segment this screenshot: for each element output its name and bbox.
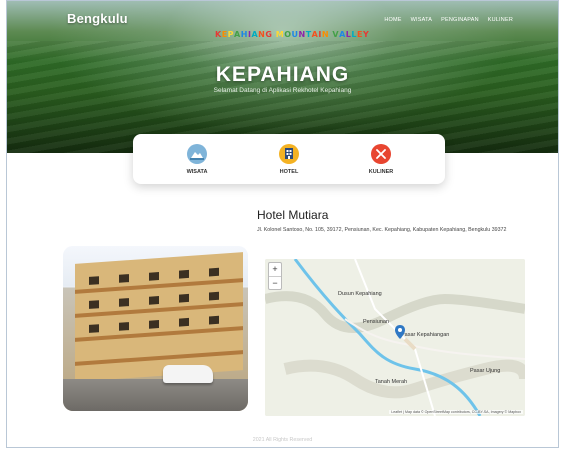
sign-letter: K (215, 30, 222, 39)
category-wisata[interactable]: WISATA (167, 143, 227, 175)
sign-letter: H (240, 30, 248, 39)
brand-logo[interactable]: Bengkulu (67, 11, 128, 26)
photo-building (75, 252, 243, 382)
sign-letter: A (251, 30, 259, 39)
zoom-out-button[interactable]: − (269, 276, 281, 289)
utensils-icon (371, 143, 391, 164)
category-label: HOTEL (279, 168, 299, 175)
sign-letter: A (311, 30, 319, 39)
map-label: Pasar Kepahiangan (401, 332, 450, 338)
sign-letter: M (275, 30, 285, 39)
location-map[interactable]: + − Dusun Kepahiang Pensiunan Pasar Kepa… (265, 259, 525, 416)
sign-letter: V (332, 30, 340, 39)
nav-wisata[interactable]: WISATA (411, 17, 432, 23)
category-kuliner[interactable]: KULINER (351, 143, 411, 175)
map-label: Tanah Merah (375, 379, 408, 385)
map-label: Pensiunan (363, 319, 389, 325)
sign-letter: O (284, 30, 292, 39)
hotel-icon (279, 143, 299, 164)
page-frame: Bengkulu HOME WISATA PENGINAPAN KULINER … (6, 0, 559, 448)
nav-kuliner[interactable]: KULINER (488, 17, 513, 23)
hero-banner: Bengkulu HOME WISATA PENGINAPAN KULINER … (7, 1, 558, 153)
map-marker-icon[interactable] (395, 325, 405, 339)
category-card: WISATA HOTEL KULINER (133, 134, 445, 184)
sign-letter: G (265, 30, 273, 39)
footer-copyright: 2021 All Rights Reserved (252, 437, 313, 443)
map-label: Dusun Kepahiang (338, 291, 382, 297)
sign-letter: N (321, 30, 330, 39)
sign-letter: A (234, 30, 241, 39)
map-label: Pasar Ujung (470, 368, 501, 374)
mountain-icon (187, 143, 207, 164)
photo-car (163, 365, 213, 383)
mountain-valley-sign: KEPAHIANG MOUNTAIN VALLEY (215, 30, 369, 39)
map-attribution[interactable]: Leaflet | Map data © OpenStreetMap contr… (389, 410, 523, 414)
hotel-photo (63, 246, 248, 411)
hotel-address: Jl. Kolonel Santoso, No. 105, 39172, Pen… (257, 227, 507, 233)
hotel-name: Hotel Mutiara (257, 208, 329, 222)
sign-letter: N (258, 30, 266, 39)
map-zoom-control: + − (268, 262, 282, 290)
nav-home[interactable]: HOME (384, 17, 401, 23)
photo-ground (63, 379, 248, 411)
sign-letter: A (339, 30, 346, 39)
nav-penginapan[interactable]: PENGINAPAN (441, 17, 479, 23)
category-hotel[interactable]: HOTEL (259, 143, 319, 175)
zoom-in-button[interactable]: + (269, 263, 281, 276)
sign-letter: N (298, 30, 306, 39)
category-label: KULINER (368, 168, 394, 175)
category-label: WISATA (186, 168, 208, 175)
hero-title: KEPAHIANG (215, 63, 350, 86)
hero-subtitle: Selamat Datang di Aplikasi Rekhotel Kepa… (213, 87, 352, 94)
top-nav: HOME WISATA PENGINAPAN KULINER (384, 17, 513, 23)
sign-letter: Y (362, 30, 370, 39)
sign-letter: U (291, 30, 299, 39)
